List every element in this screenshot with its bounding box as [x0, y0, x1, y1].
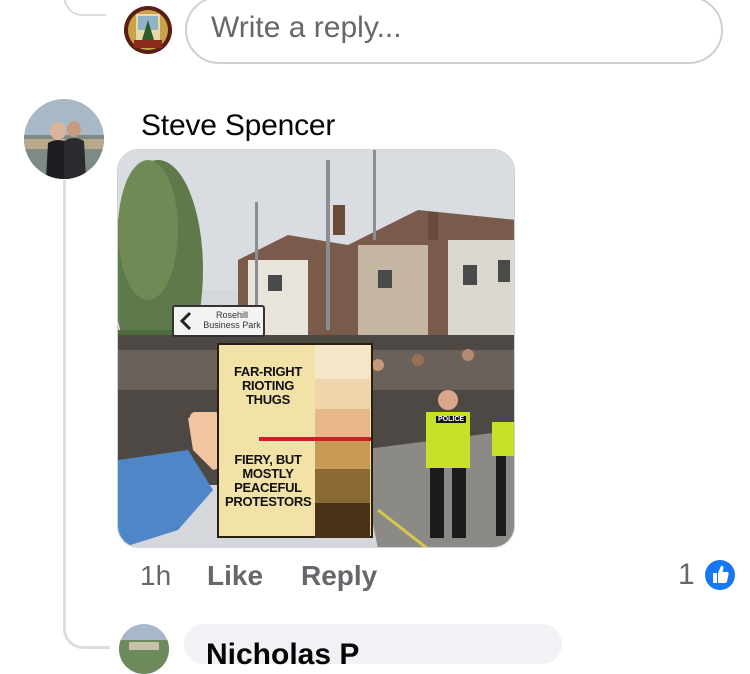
- comment-author-name[interactable]: Steve Spencer: [141, 109, 335, 143]
- thumbs-up-icon[interactable]: [705, 560, 735, 590]
- swatch-4: [315, 439, 370, 469]
- comment-timestamp[interactable]: 1h: [140, 560, 171, 592]
- swatch-6: [315, 503, 370, 538]
- thread-curve-bottom: [63, 606, 110, 649]
- road-sign-text: Rosehill Business Park: [203, 310, 261, 330]
- swatch-3: [315, 409, 370, 439]
- police-vest-text: POLICE: [436, 416, 467, 423]
- swatch-2: [315, 379, 370, 409]
- comment-image[interactable]: Rosehill Business Park FAR-RIGHT RIOTING…: [117, 149, 515, 548]
- meme-color-chart: FAR-RIGHT RIOTING THUGS FIERY, BUT MOSTL…: [217, 343, 373, 538]
- reply-button[interactable]: Reply: [301, 560, 377, 592]
- swatch-5: [315, 469, 370, 503]
- swatch-1: [315, 345, 370, 379]
- meme-top-label: FAR-RIGHT RIOTING THUGS: [233, 364, 303, 407]
- comment-author-avatar[interactable]: [24, 99, 104, 179]
- meme-bottom-label: FIERY, BUT MOSTLY PEACEFUL PROTESTORS: [225, 452, 312, 509]
- reply-input-container[interactable]: [185, 0, 723, 64]
- thread-curve-top: [64, 0, 106, 16]
- like-button[interactable]: Like: [207, 560, 263, 592]
- arrow-left-icon: [179, 311, 192, 331]
- next-comment-author[interactable]: Nicholas P: [206, 638, 359, 672]
- next-comment-avatar[interactable]: [119, 624, 169, 674]
- next-comment-bubble[interactable]: Nicholas P: [184, 624, 562, 671]
- road-sign: Rosehill Business Park: [172, 305, 265, 337]
- thread-line-comment: [63, 180, 66, 632]
- reaction-count[interactable]: 1: [678, 558, 695, 592]
- red-divider: [259, 437, 371, 441]
- reply-input[interactable]: [209, 10, 693, 46]
- current-user-avatar[interactable]: [124, 6, 172, 54]
